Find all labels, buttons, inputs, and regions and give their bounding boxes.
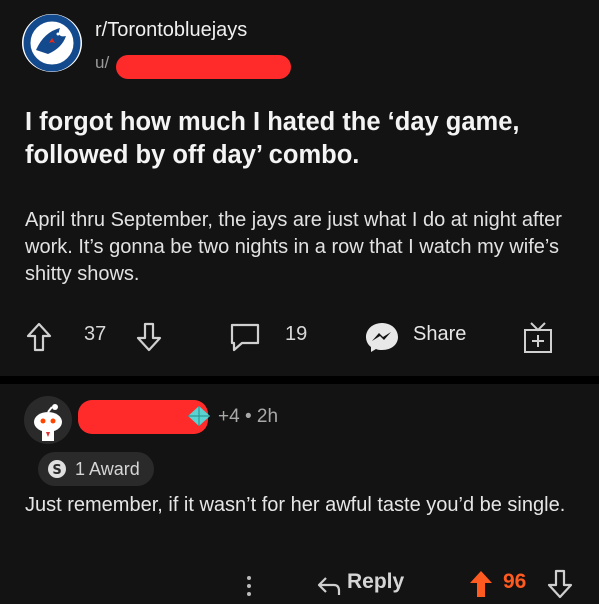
comment-meta: +4 • 2h bbox=[218, 406, 278, 428]
comment-avatar[interactable] bbox=[24, 396, 72, 444]
messenger-icon[interactable] bbox=[364, 321, 400, 353]
post-body: April thru September, the jays are just … bbox=[25, 209, 562, 285]
comment-age: 2h bbox=[256, 406, 279, 427]
blue-jays-logo-icon bbox=[23, 14, 81, 72]
post-action-bar: 37 19 Share bbox=[0, 313, 599, 361]
award-pill[interactable]: S 1 Award bbox=[38, 452, 154, 486]
reply-arrow-icon[interactable] bbox=[316, 574, 342, 598]
downvote-arrow-icon[interactable] bbox=[135, 321, 163, 353]
snoo-avatar-icon bbox=[34, 404, 62, 441]
award-count: +4 bbox=[218, 406, 240, 427]
subreddit-name[interactable]: r/Torontobluejays bbox=[95, 19, 247, 42]
comment-body: Just remember, if it wasn’t for her awfu… bbox=[25, 494, 566, 516]
reply-button[interactable]: Reply bbox=[347, 570, 404, 594]
post-card: r/Torontobluejays u/ I forgot how much I… bbox=[0, 0, 599, 376]
subreddit-icon[interactable] bbox=[22, 14, 82, 72]
more-dots-icon[interactable] bbox=[244, 574, 254, 598]
downvote-arrow-icon[interactable] bbox=[547, 569, 573, 599]
upvote-arrow-icon[interactable] bbox=[25, 321, 53, 353]
comment-action-bar: Reply 96 bbox=[0, 566, 599, 604]
post-author[interactable]: u/ bbox=[95, 53, 109, 73]
upvote-filled-icon[interactable] bbox=[468, 569, 494, 599]
svg-text:S: S bbox=[52, 463, 61, 478]
comment-score: 96 bbox=[503, 570, 527, 593]
diamond-award-icon bbox=[188, 406, 210, 426]
share-button[interactable]: Share bbox=[413, 323, 466, 346]
comment-icon[interactable] bbox=[228, 322, 262, 352]
redaction-mark bbox=[116, 55, 291, 79]
award-label: 1 Award bbox=[75, 459, 140, 479]
award-gift-icon[interactable] bbox=[522, 320, 554, 354]
separator-dot: • bbox=[244, 406, 252, 427]
post-title[interactable]: I forgot how much I hated the ‘day game,… bbox=[25, 106, 585, 172]
silver-award-icon: S bbox=[48, 460, 66, 478]
comment-count: 19 bbox=[285, 323, 308, 345]
upvote-count: 37 bbox=[84, 323, 107, 345]
